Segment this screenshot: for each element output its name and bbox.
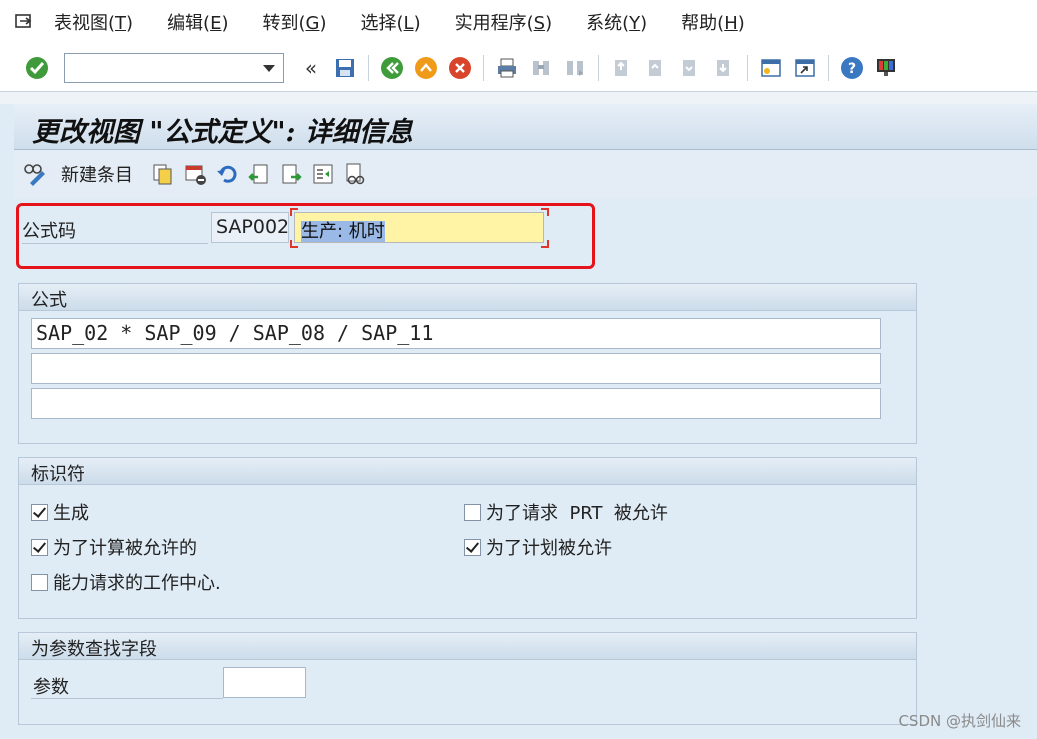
print-view-icon[interactable] — [342, 161, 368, 187]
formula-line-2[interactable] — [31, 353, 881, 384]
back-icon[interactable] — [380, 56, 404, 80]
indicator-capacity-requirements[interactable]: 能力请求的工作中心. — [31, 569, 221, 595]
menu-system[interactable]: 系统(Y) — [586, 9, 647, 35]
application-toolbar: 新建条目 — [14, 150, 1037, 198]
toolbar-separator — [368, 54, 369, 81]
parameter-input[interactable] — [223, 667, 306, 698]
indicator-generated[interactable]: 生成 — [31, 499, 89, 525]
print-icon[interactable] — [495, 56, 519, 80]
highlight-annotation-box — [16, 203, 595, 269]
next-entry-icon[interactable] — [278, 161, 304, 187]
parameter-group: 为参数查找字段 参数 — [18, 632, 917, 725]
checkbox-scheduling[interactable] — [464, 538, 481, 556]
create-session-icon[interactable] — [759, 56, 783, 80]
shortcut-icon[interactable] — [793, 56, 817, 80]
toolbar-separator — [483, 54, 484, 81]
indicator-scheduling[interactable]: 为了计划被允许 — [464, 534, 612, 560]
parameter-label: 参数 — [31, 673, 223, 699]
title-bar: 更改视图 "公式定义": 详细信息 — [14, 104, 1037, 150]
checkbox-capacity-requirements[interactable] — [31, 573, 48, 591]
toolbar-separator — [598, 54, 599, 81]
formula-line-1[interactable]: SAP_02 * SAP_09 / SAP_08 / SAP_11 — [31, 318, 881, 349]
find-icon[interactable] — [529, 56, 553, 80]
system-menu-icon[interactable] — [14, 12, 34, 32]
select-all-icon[interactable] — [310, 161, 336, 187]
checkbox-generated[interactable] — [31, 503, 48, 521]
command-field[interactable] — [64, 52, 284, 83]
new-entries-button[interactable]: 新建条目 — [61, 161, 133, 187]
save-icon[interactable] — [333, 56, 357, 80]
display-change-icon[interactable] — [22, 161, 48, 187]
indicator-costing[interactable]: 为了计算被允许的 — [31, 534, 197, 560]
previous-page-icon[interactable] — [644, 56, 668, 80]
indicator-prt-request[interactable]: 为了请求 PRT 被允许 — [464, 499, 668, 525]
find-next-icon[interactable] — [563, 56, 587, 80]
formula-line-3[interactable] — [31, 388, 881, 419]
checkbox-costing[interactable] — [31, 538, 48, 556]
last-page-icon[interactable] — [712, 56, 736, 80]
next-page-icon[interactable] — [678, 56, 702, 80]
cancel-icon[interactable] — [448, 56, 472, 80]
svg-text:?: ? — [848, 61, 856, 77]
toolbar-gap — [0, 92, 1037, 104]
previous-entry-icon[interactable] — [246, 161, 272, 187]
delete-icon[interactable] — [182, 161, 208, 187]
undo-change-icon[interactable] — [214, 161, 240, 187]
copy-as-icon[interactable] — [150, 161, 176, 187]
menu-help[interactable]: 帮助(H) — [681, 9, 745, 35]
help-icon[interactable]: ? — [840, 56, 864, 80]
indicators-group: 标识符 生成 为了请求 PRT 被允许 为了计算被允许的 为了计划被允许 能力请… — [18, 457, 917, 619]
parameter-group-title: 为参数查找字段 — [19, 633, 916, 660]
menu-table-view[interactable]: 表视图(T) — [54, 9, 133, 35]
toolbar-separator — [747, 54, 748, 81]
menu-utilities[interactable]: 实用程序(S) — [455, 9, 553, 35]
chevron-down-icon[interactable] — [263, 64, 275, 72]
formula-group: 公式 SAP_02 * SAP_09 / SAP_08 / SAP_11 — [18, 283, 917, 444]
menu-selection[interactable]: 选择(L) — [361, 9, 421, 35]
customize-layout-icon[interactable] — [874, 56, 898, 80]
standard-toolbar: « ? — [0, 44, 1037, 92]
indicators-group-title: 标识符 — [19, 458, 916, 485]
page-title: 更改视图 "公式定义": 详细信息 — [32, 117, 413, 148]
checkbox-prt-request[interactable] — [464, 503, 481, 521]
toolbar-separator — [828, 54, 829, 81]
menu-goto[interactable]: 转到(G) — [263, 9, 327, 35]
menu-edit[interactable]: 编辑(E) — [167, 9, 228, 35]
collapse-command-icon[interactable]: « — [299, 56, 323, 80]
menu-bar: 表视图(T) 编辑(E) 转到(G) 选择(L) 实用程序(S) 系统(Y) 帮… — [0, 0, 1037, 44]
exit-icon[interactable] — [414, 56, 438, 80]
formula-group-title: 公式 — [19, 284, 916, 311]
watermark: CSDN @执剑仙来 — [898, 712, 1021, 730]
first-page-icon[interactable] — [610, 56, 634, 80]
enter-icon[interactable] — [24, 55, 50, 81]
